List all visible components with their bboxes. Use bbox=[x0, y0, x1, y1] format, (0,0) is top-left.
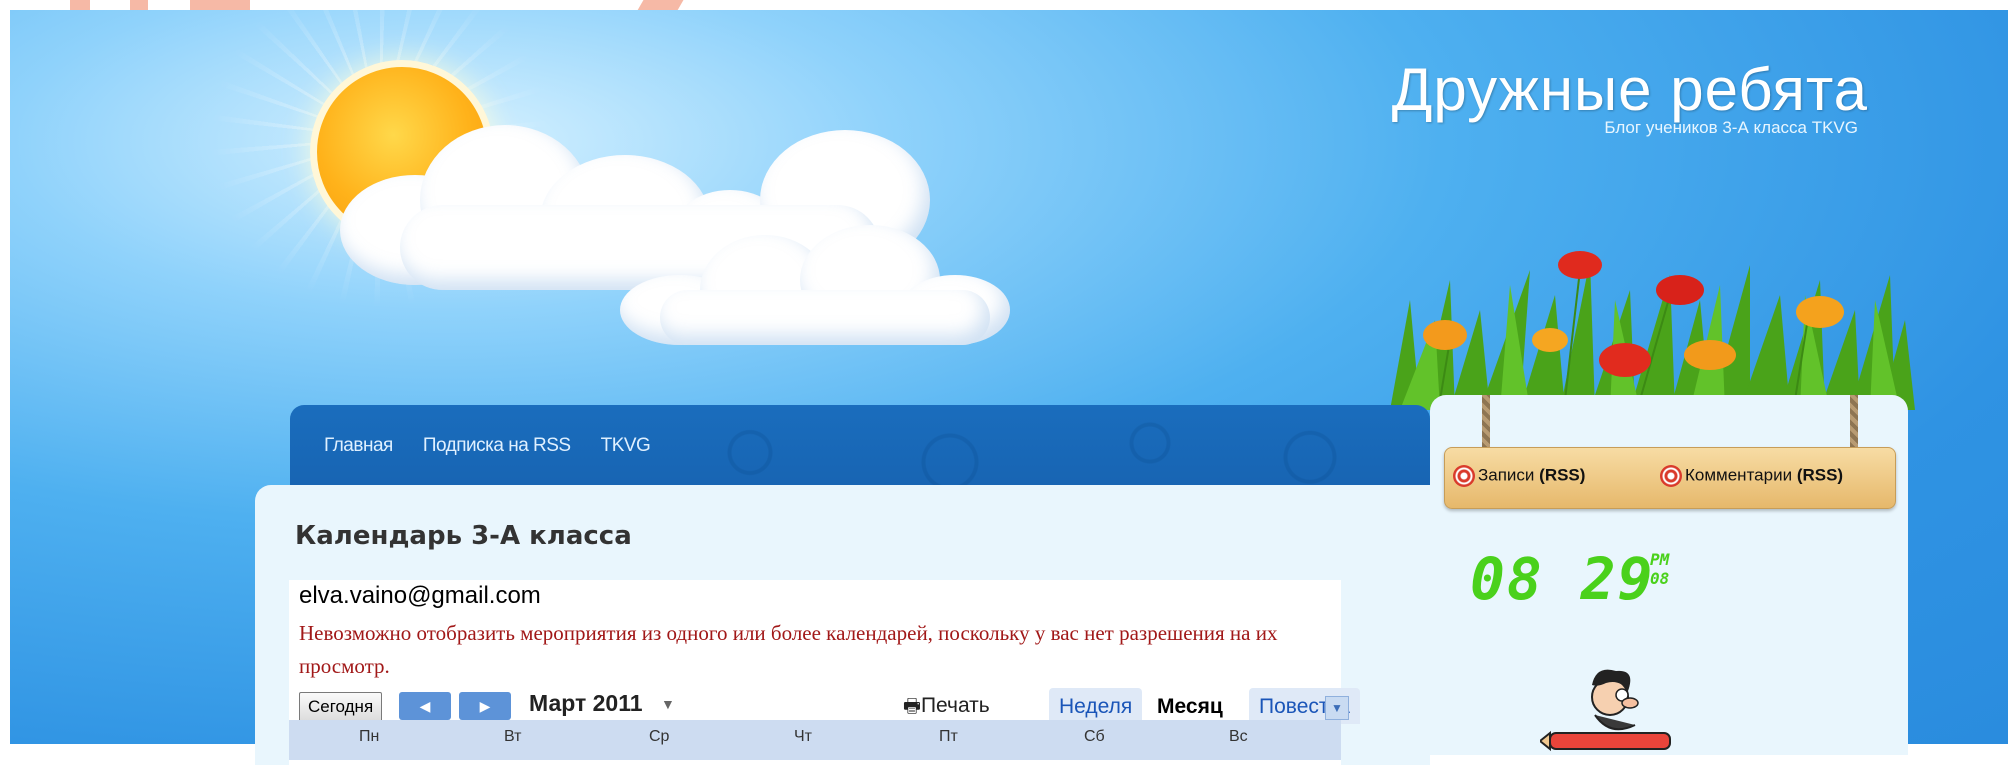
arrow-left-icon: ◀ bbox=[419, 698, 431, 714]
calendar-options-chevron-down-icon[interactable]: ▼ bbox=[1325, 696, 1349, 720]
month-dropdown-chevron-down-icon[interactable]: ▼ bbox=[661, 696, 675, 712]
cloud-image bbox=[620, 215, 1010, 345]
tab-week[interactable]: Неделя bbox=[1049, 688, 1143, 724]
sign-rope bbox=[1850, 395, 1858, 453]
rss-entries-link[interactable]: Записи (RSS) bbox=[1453, 465, 1585, 487]
site-title[interactable]: Дружные ребята bbox=[1392, 55, 1868, 124]
day-header: Пт bbox=[939, 728, 958, 745]
rss-icon bbox=[1453, 465, 1475, 487]
sign-rope bbox=[1482, 395, 1490, 453]
nav-item-rss[interactable]: Подписка на RSS bbox=[423, 435, 571, 456]
day-header: Сб bbox=[1084, 728, 1105, 745]
clock-ampm: PM bbox=[1650, 550, 1670, 569]
nav-item-tkvg[interactable]: TKVG bbox=[601, 435, 651, 456]
arrow-right-icon: ▶ bbox=[479, 698, 491, 714]
main-content: Календарь 3-А класса elva.vaino@gmail.co… bbox=[255, 485, 1430, 780]
digital-clock-suffix: PM 08 bbox=[1650, 550, 1669, 588]
rss-comments-label: Комментарии bbox=[1685, 465, 1793, 485]
calendar-day-headers: Пн Вт Ср Чт Пт Сб Вс bbox=[289, 720, 1341, 760]
day-header: Пн bbox=[359, 728, 380, 745]
day-header: Вс bbox=[1229, 728, 1248, 745]
sidebar: Записи (RSS) Комментарии (RSS) 08 29 PM … bbox=[1430, 395, 1908, 755]
day-header: Чт bbox=[794, 728, 812, 745]
rss-comments-tag: (RSS) bbox=[1796, 465, 1844, 485]
calendar-toolbar: Сегодня ◀ ▶ Март 2011 ▼ 🖶Печать Неделя М… bbox=[299, 688, 1360, 756]
site-subtitle: Блог учеников 3-А класса TKVG bbox=[1604, 118, 1858, 137]
post-title[interactable]: Календарь 3-А класса bbox=[295, 521, 632, 551]
day-header: Вт bbox=[504, 728, 522, 745]
current-month-label: Март 2011 bbox=[529, 690, 643, 716]
calendar-owner-email: elva.vaino@gmail.com bbox=[299, 582, 541, 609]
today-button[interactable]: Сегодня bbox=[299, 692, 383, 722]
day-header: Ср bbox=[649, 728, 670, 745]
next-month-button[interactable]: ▶ bbox=[459, 692, 511, 720]
calendar-embed: elva.vaino@gmail.com Невозможно отобрази… bbox=[289, 580, 1360, 780]
tab-month[interactable]: Месяц bbox=[1147, 688, 1233, 724]
nav-item-home[interactable]: Главная bbox=[324, 435, 393, 456]
nav-menu: Главная Подписка на RSS TKVG bbox=[324, 435, 651, 457]
rss-icon bbox=[1660, 465, 1682, 487]
print-label: Печать bbox=[920, 694, 990, 717]
rss-sign-board: Записи (RSS) Комментарии (RSS) bbox=[1444, 447, 1896, 509]
printer-icon: 🖶 bbox=[903, 696, 921, 717]
digital-clock-time: 08 29 bbox=[1470, 545, 1655, 613]
flowers-grass-image bbox=[1390, 251, 1915, 410]
clock-seconds: 08 bbox=[1650, 569, 1670, 588]
calendar-error-message: Невозможно отобразить мероприятия из одн… bbox=[299, 621, 1278, 678]
rss-comments-link[interactable]: Комментарии (RSS) bbox=[1660, 465, 1843, 487]
pencil-character-image bbox=[1540, 669, 1671, 752]
rss-entries-tag: (RSS) bbox=[1539, 465, 1586, 485]
prev-month-button[interactable]: ◀ bbox=[399, 692, 451, 720]
rss-entries-label: Записи bbox=[1478, 465, 1535, 485]
